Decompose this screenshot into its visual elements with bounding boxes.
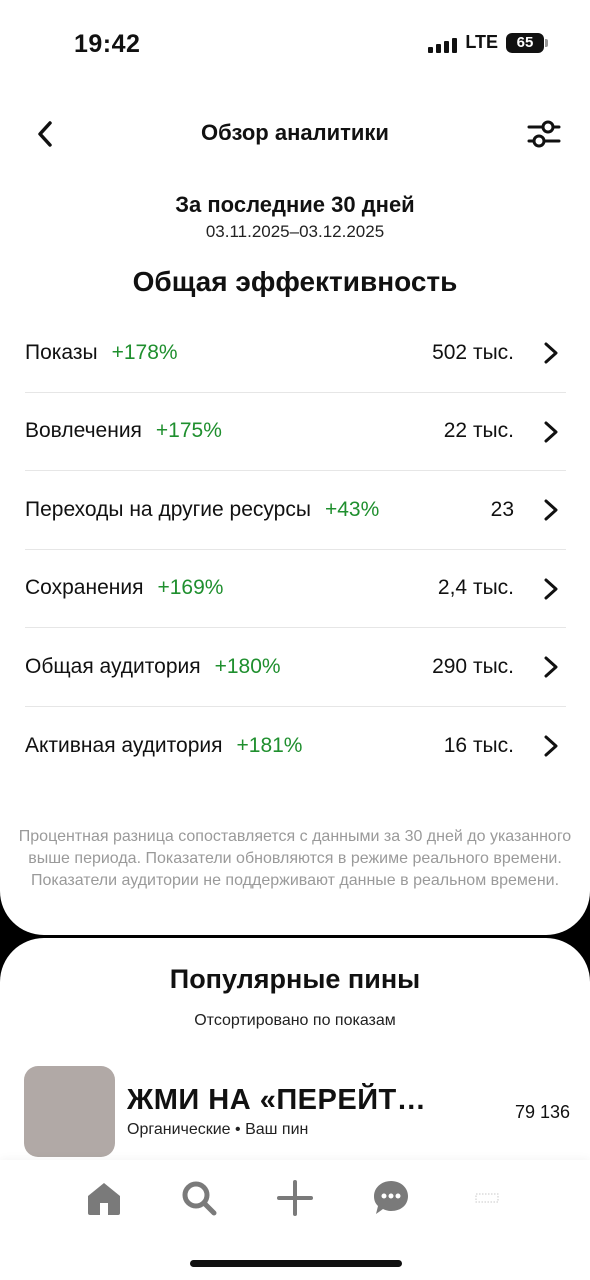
metric-label: Переходы на другие ресурсы <box>25 497 311 521</box>
status-indicators: LTE 65 <box>428 32 548 53</box>
period-title: За последние 30 дней <box>175 192 415 217</box>
metric-value: 23 <box>490 497 514 521</box>
metric-value: 290 тыс. <box>432 654 514 678</box>
sliders-icon <box>527 120 561 148</box>
tab-create[interactable] <box>275 1178 315 1218</box>
plus-icon <box>277 1180 313 1216</box>
metric-value: 2,4 тыс. <box>437 576 514 600</box>
pin-thumbnail <box>24 1066 115 1157</box>
metric-row-total-audience[interactable]: Общая аудитория +180% 290 тыс. <box>25 628 566 707</box>
metric-value: 22 тыс. <box>443 419 514 443</box>
metric-change: +175% <box>155 419 222 443</box>
filter-button[interactable] <box>526 116 562 152</box>
metric-label: Показы <box>25 340 98 364</box>
tab-messages[interactable] <box>371 1178 411 1218</box>
metric-change: +178% <box>111 340 178 364</box>
battery-icon: 65 <box>506 32 548 53</box>
chevron-right-icon <box>544 499 558 521</box>
metric-row-impressions[interactable]: Показы +178% 502 тыс. <box>25 314 566 393</box>
pin-impressions-count: 79 136 <box>514 1102 570 1122</box>
bottom-tab-bar <box>0 1160 590 1280</box>
metric-row-engaged-audience[interactable]: Активная аудитория +181% 16 тыс. <box>25 707 566 786</box>
chevron-right-icon <box>544 656 558 678</box>
metric-change: +181% <box>236 733 303 757</box>
chat-icon <box>374 1181 408 1214</box>
popular-pins-card: Популярные пины Отсортировано по показам… <box>0 938 590 1280</box>
metric-label: Вовлечения <box>25 419 142 443</box>
metric-label: Общая аудитория <box>25 654 201 678</box>
home-indicator <box>190 1260 402 1267</box>
metrics-list: Показы +178% 502 тыс. Вовлечения +175% 2… <box>25 314 566 785</box>
metric-row-saves[interactable]: Сохранения +169% 2,4 тыс. <box>25 550 566 628</box>
search-icon <box>182 1181 217 1216</box>
tab-home[interactable] <box>84 1178 124 1218</box>
chevron-right-icon <box>544 735 558 756</box>
metric-label: Сохранения <box>25 576 144 600</box>
pin-list-item[interactable]: ЖМИ НА «ПЕРЕЙТ… Органические • Ваш пин 7… <box>24 1066 570 1158</box>
page-title: Обзор аналитики <box>201 120 389 145</box>
analytics-overview-card: 19:42 LTE 65 Обзор аналитики За последни… <box>0 0 590 935</box>
metric-value: 16 тыс. <box>443 733 514 757</box>
metric-label: Активная аудитория <box>25 733 223 757</box>
home-icon <box>88 1183 120 1215</box>
period-range: 03.11.2025–03.12.2025 <box>205 222 385 241</box>
metric-row-outbound-clicks[interactable]: Переходы на другие ресурсы +43% 23 <box>25 471 566 550</box>
metric-row-engagements[interactable]: Вовлечения +175% 22 тыс. <box>25 393 566 471</box>
popular-pins-title: Популярные пины <box>169 964 421 994</box>
section-title: Общая эффективность <box>132 266 458 297</box>
status-time: 19:42 <box>74 30 141 58</box>
chevron-right-icon <box>544 342 558 364</box>
footnote: Процентная разница сопоставляется с данн… <box>18 828 572 889</box>
chevron-right-icon <box>544 421 558 442</box>
popular-pins-sort-label: Отсортировано по показам <box>194 1012 396 1029</box>
pin-title: ЖМИ НА «ПЕРЕЙТ… <box>127 1084 427 1116</box>
metric-change: +43% <box>324 497 380 521</box>
tab-search[interactable] <box>179 1178 219 1218</box>
battery-level: 65 <box>516 34 534 51</box>
metric-value: 502 тыс. <box>432 340 514 364</box>
profile-icon <box>475 1193 499 1203</box>
chevron-right-icon <box>544 578 558 599</box>
signal-icon <box>428 33 458 53</box>
tab-profile[interactable] <box>467 1178 507 1218</box>
metric-change: +180% <box>214 654 281 678</box>
metric-change: +169% <box>157 576 224 600</box>
network-type: LTE <box>465 32 498 52</box>
pin-meta: Органические • Ваш пин <box>127 1121 309 1138</box>
